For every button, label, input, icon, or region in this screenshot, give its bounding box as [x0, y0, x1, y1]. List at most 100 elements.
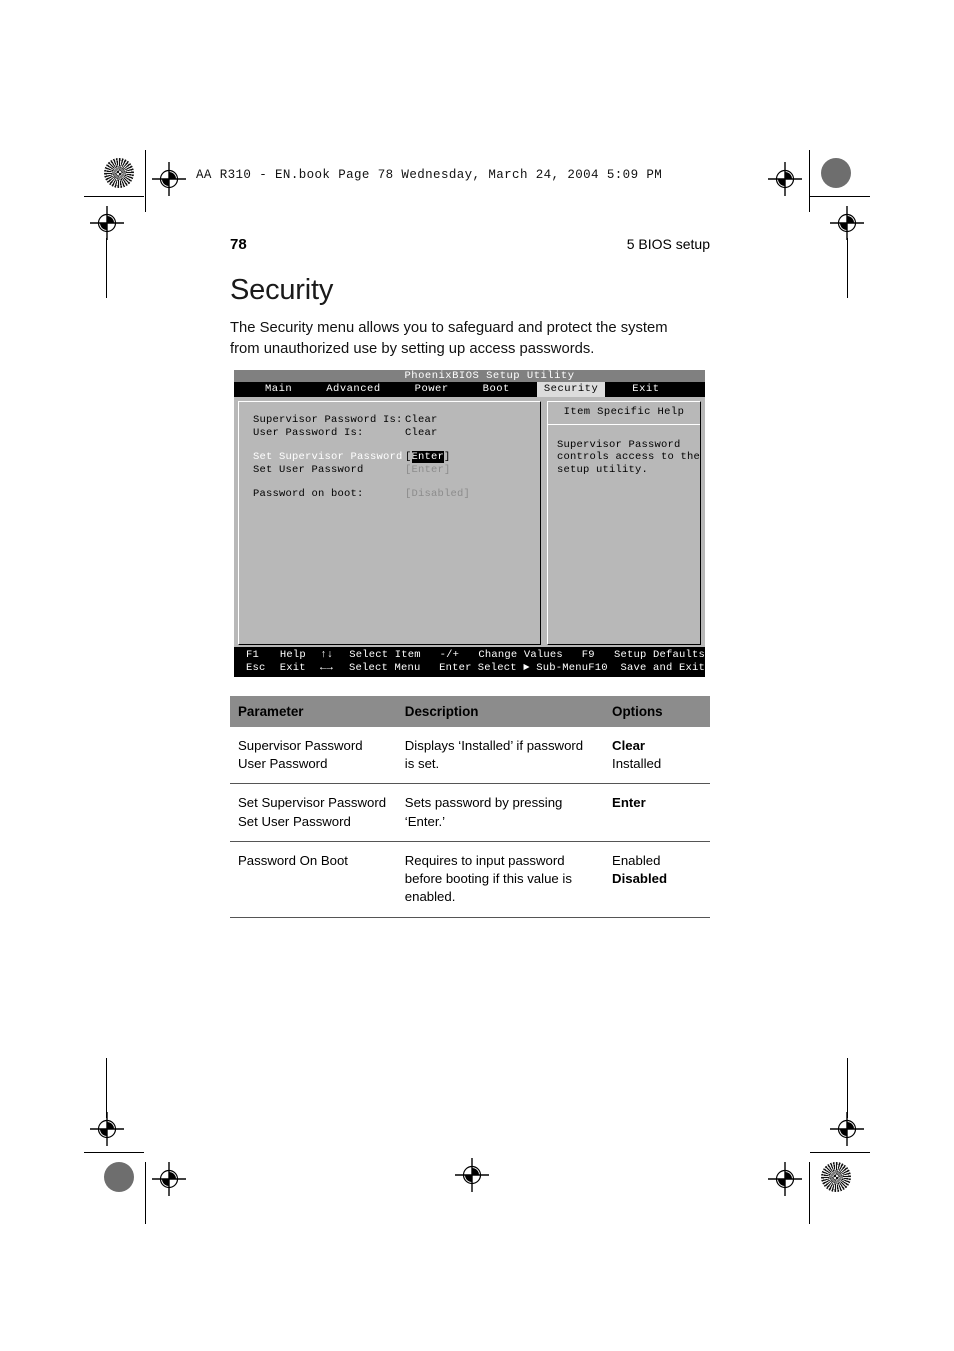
folio-row: 78 5 BIOS setup	[230, 236, 710, 253]
cell-options: Clear Installed	[604, 727, 710, 785]
key-minus-plus: -/+	[439, 649, 460, 661]
option-line: Disabled	[612, 871, 668, 887]
crop-line	[847, 238, 848, 298]
cell-description: Requires to input password before bootin…	[396, 841, 605, 918]
field-set-user-password[interactable]: Set User Password [Enter]	[253, 464, 540, 477]
crop-line	[809, 150, 810, 212]
bracket-open: [	[405, 451, 412, 463]
registration-mark	[830, 1112, 864, 1146]
key-leftright-desc: Select Menu	[349, 661, 421, 674]
table-row: Supervisor Password User Password Displa…	[230, 727, 710, 785]
field-set-supervisor-password[interactable]: Set Supervisor Password [Enter]	[253, 451, 540, 464]
key-leftright-arrow-icon: ←→	[320, 661, 334, 674]
column-header-parameter: Parameter	[230, 696, 397, 727]
field-label: Password on boot:	[253, 488, 364, 500]
halftone-star-target	[104, 158, 134, 188]
parameter-line: Set User Password	[238, 813, 351, 829]
parameter-table: Parameter Description Options Supervisor…	[230, 696, 710, 918]
crop-line	[810, 1152, 870, 1153]
solid-ink-dot	[104, 1162, 134, 1192]
crop-line	[106, 1058, 107, 1118]
bios-key-legend: F1 Help ↑↓ Select Item -/+ Change Values…	[234, 647, 705, 677]
field-value[interactable]: [Disabled]	[405, 488, 470, 501]
bios-setup-screenshot: PhoenixBIOS Setup Utility Main Advanced …	[234, 370, 705, 677]
option-line: Clear	[612, 738, 646, 753]
field-label: Supervisor Password Is:	[253, 414, 403, 426]
help-line-3: setup utility.	[556, 463, 648, 476]
crop-line	[145, 150, 146, 212]
field-user-password-is: User Password Is: Clear	[253, 427, 540, 440]
option-line: Enabled	[612, 852, 661, 868]
key-esc: Esc	[246, 661, 266, 674]
running-head: AA R310 - EN.book Page 78 Wednesday, Mar…	[196, 168, 663, 182]
crop-line	[847, 1058, 848, 1118]
key-f9-desc: Setup Defaults	[613, 649, 705, 661]
table-row: Password On Boot Requires to input passw…	[230, 841, 710, 918]
cell-parameter: Password On Boot	[230, 841, 397, 918]
cell-parameter: Set Supervisor Password Set User Passwor…	[230, 783, 397, 842]
key-f10: F10	[588, 661, 608, 674]
crop-line	[810, 196, 870, 197]
registration-mark	[830, 206, 864, 240]
key-legend-row-1: F1 Help ↑↓ Select Item -/+ Change Values…	[234, 649, 705, 662]
registration-mark	[455, 1158, 489, 1192]
help-line-2: controls access to the	[556, 451, 700, 463]
table-header-row: Parameter Description Options	[230, 696, 710, 727]
key-updown-desc: Select Item	[349, 649, 421, 661]
key-minus-plus-desc: Change Values	[478, 649, 563, 661]
key-updown-arrow-icon: ↑↓	[320, 649, 334, 661]
selected-value[interactable]: Enter	[411, 451, 445, 463]
crop-line	[84, 196, 144, 197]
intro-paragraph: The Security menu allows you to safeguar…	[230, 320, 668, 357]
field-supervisor-password-is: Supervisor Password Is: Clear	[253, 414, 540, 427]
key-enter-desc: Select ► Sub-Menu	[477, 661, 589, 674]
cell-description: Sets password by pressing ‘Enter.’	[396, 783, 605, 842]
cell-options: Enter	[604, 783, 710, 842]
crop-line	[84, 1152, 144, 1153]
column-header-options: Options	[604, 696, 710, 727]
key-f1: F1	[246, 649, 260, 661]
crop-line	[809, 1162, 810, 1224]
bios-menu-item-advanced[interactable]: Advanced	[319, 382, 387, 397]
field-value: Clear	[405, 414, 438, 426]
chapter-label: 5 BIOS setup	[626, 236, 710, 252]
key-enter: Enter	[439, 661, 472, 674]
key-legend-row-2: Esc Exit ←→ Select Menu Enter Select ► S…	[234, 662, 705, 675]
option-line: Enter	[612, 795, 646, 811]
bios-menu-item-main[interactable]: Main	[258, 382, 299, 397]
solid-ink-dot	[821, 158, 851, 188]
parameter-line: Supervisor Password	[238, 738, 363, 753]
parameter-line: Set Supervisor Password	[238, 795, 387, 811]
bios-menu-item-security[interactable]: Security	[536, 382, 606, 397]
registration-mark	[152, 1162, 186, 1196]
page-title: Security	[230, 274, 334, 306]
parameter-line: User Password	[238, 756, 328, 772]
cell-description: Displays ‘Installed’ if password is set.	[396, 727, 605, 785]
column-header-description: Description	[396, 696, 605, 727]
bios-help-pane: Item Specific Help Supervisor Password c…	[546, 401, 701, 645]
bios-menu-item-exit[interactable]: Exit	[625, 382, 666, 397]
registration-mark	[768, 162, 802, 196]
key-esc-desc: Exit	[279, 661, 306, 674]
option-line: Installed	[612, 756, 662, 772]
crop-line	[145, 1162, 146, 1224]
registration-mark	[90, 206, 124, 240]
registration-mark	[152, 162, 186, 196]
key-f1-desc: Help	[279, 649, 306, 661]
cell-parameter: Supervisor Password User Password	[230, 727, 397, 785]
parameter-line: Password On Boot	[238, 852, 348, 868]
crop-line	[106, 238, 107, 298]
field-value[interactable]: [Enter]	[405, 464, 451, 477]
registration-mark	[768, 1162, 802, 1196]
field-value: Clear	[405, 426, 438, 439]
registration-mark	[90, 1112, 124, 1146]
bios-menu-bar: Main Advanced Power Boot Security Exit	[234, 382, 705, 397]
cell-options: Enabled Disabled	[604, 841, 710, 918]
bios-menu-item-power[interactable]: Power	[408, 382, 456, 397]
bios-menu-item-boot[interactable]: Boot	[476, 382, 517, 397]
help-line-1: Supervisor Password	[556, 438, 681, 451]
field-password-on-boot[interactable]: Password on boot: [Disabled]	[253, 488, 540, 501]
bios-title-bar: PhoenixBIOS Setup Utility	[234, 370, 705, 382]
